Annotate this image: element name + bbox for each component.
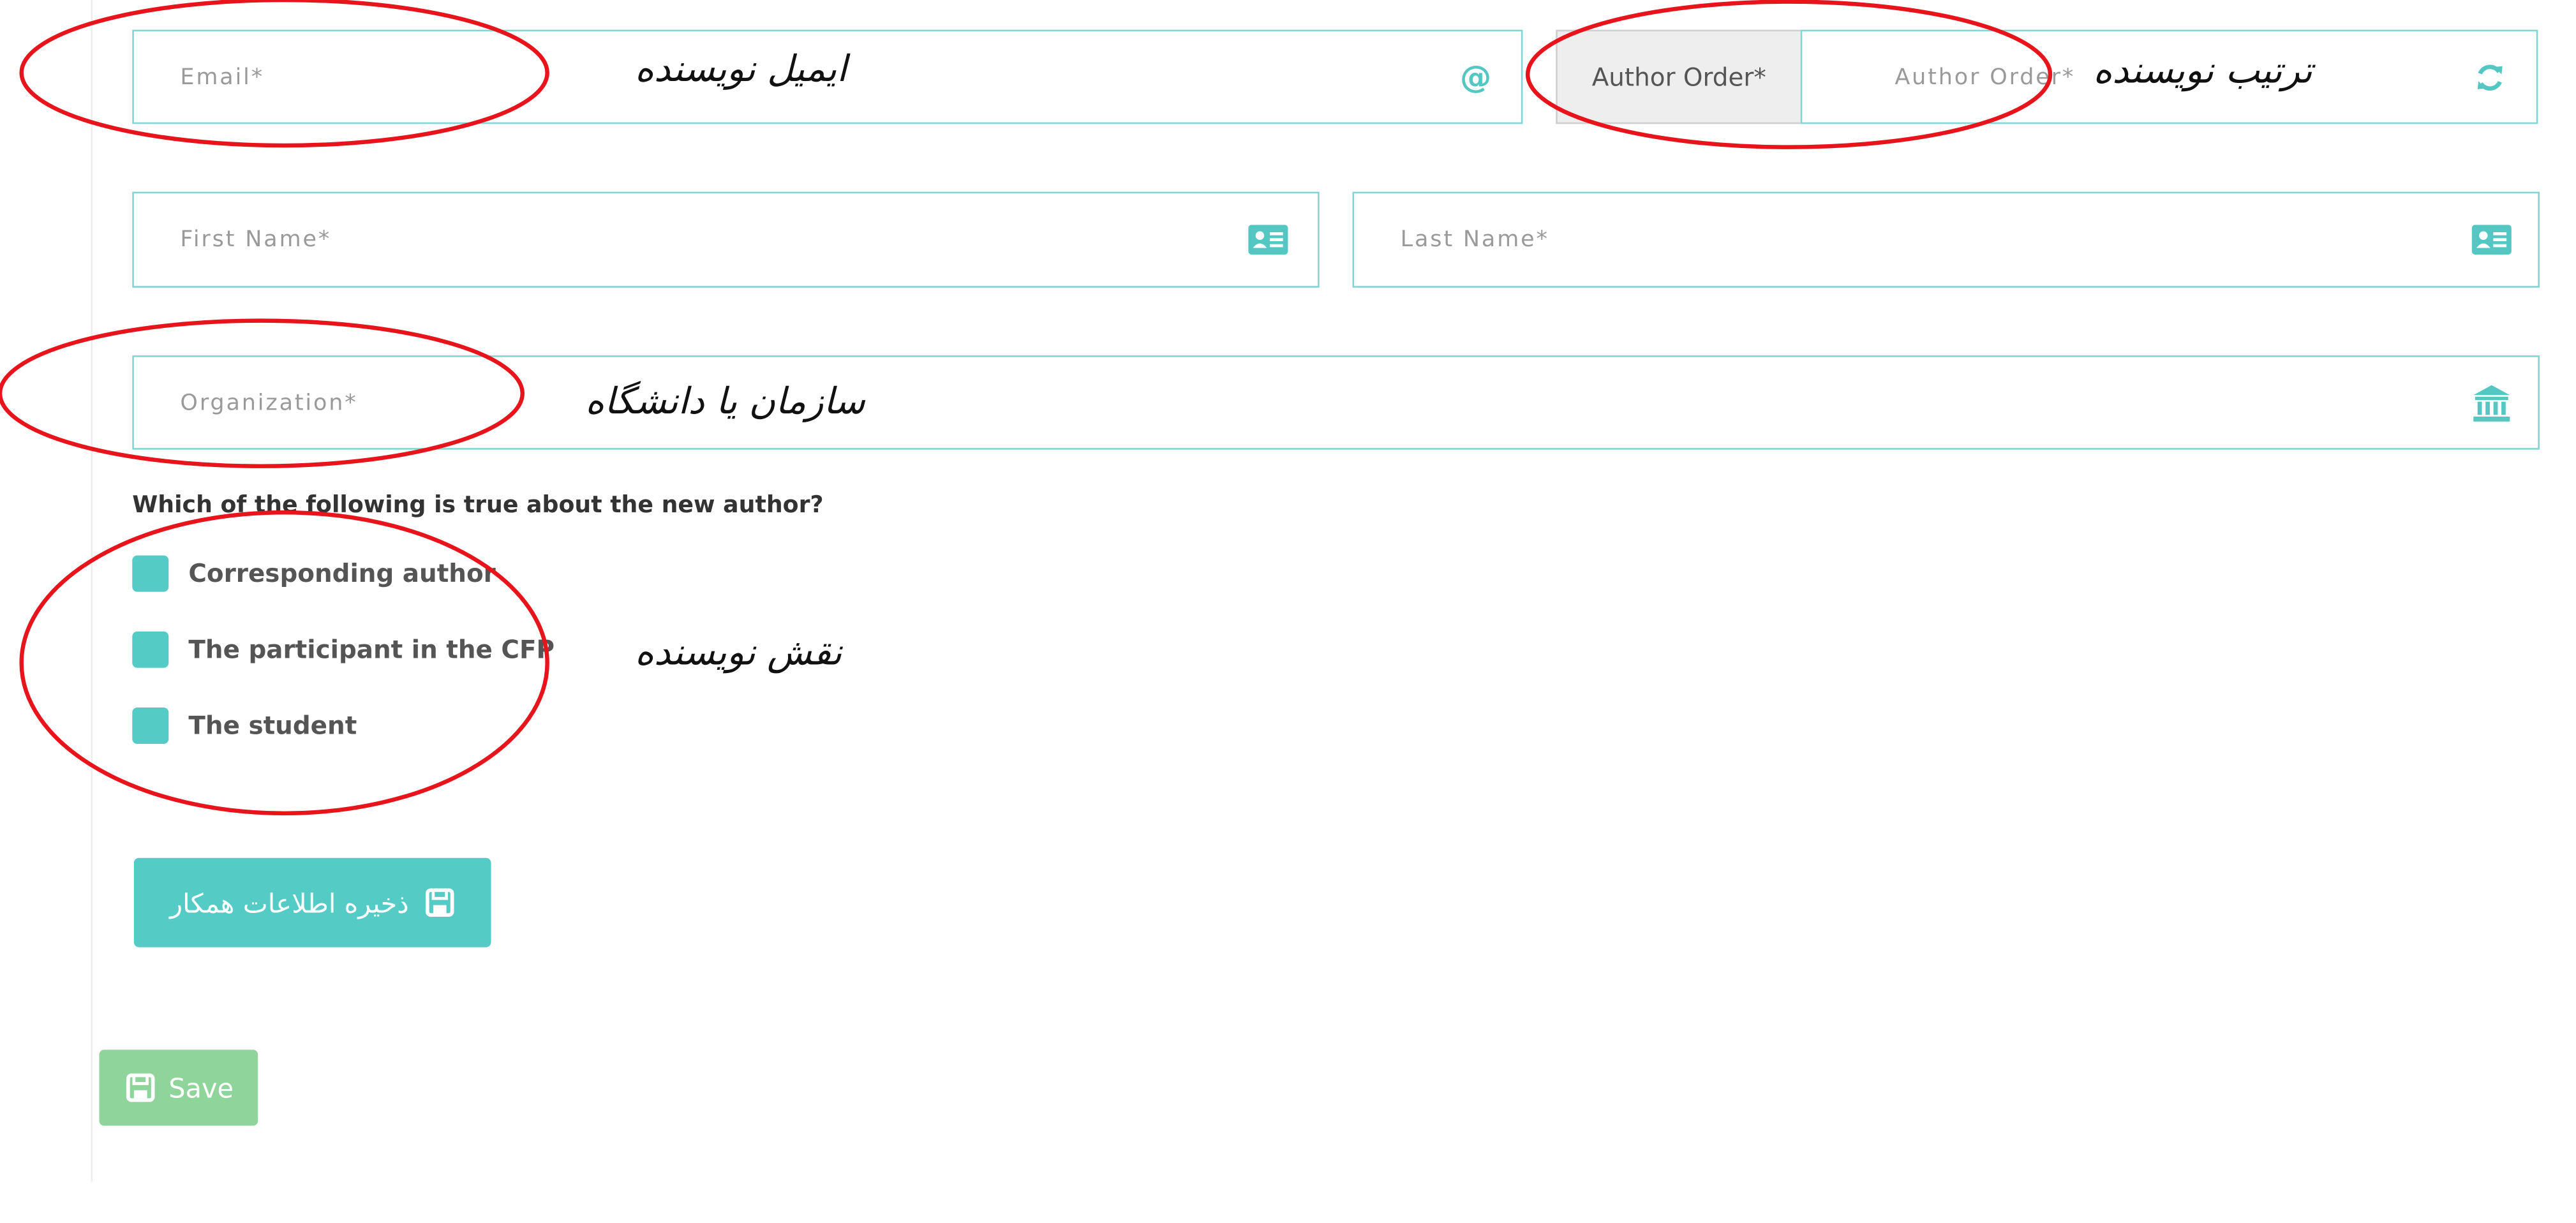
checkbox-label: The participant in the CFP bbox=[188, 634, 555, 665]
panel-divider bbox=[91, 0, 93, 1182]
checkbox-label: The student bbox=[188, 711, 357, 741]
annotation-organization: سازمان یا دانشگاه bbox=[585, 382, 865, 424]
cfp-participant-option[interactable]: The participant in the CFP bbox=[132, 630, 555, 669]
annotation-email: ایمیل نویسنده bbox=[634, 49, 847, 91]
annotation-overlay bbox=[0, 0, 2053, 816]
student-checkbox[interactable] bbox=[132, 707, 169, 744]
at-icon: @ bbox=[1459, 58, 1492, 95]
annotation-role: نقش نویسنده bbox=[634, 633, 842, 675]
institution-icon bbox=[2472, 383, 2512, 422]
organization-placeholder: Organization* bbox=[180, 389, 358, 416]
author-role-question: Which of the following is true about the… bbox=[132, 493, 824, 519]
floppy-disk-icon bbox=[126, 1073, 156, 1103]
annotation-author-order: ترتیب نویسنده bbox=[2093, 51, 2312, 93]
last-name-placeholder: Last Name* bbox=[1400, 226, 1549, 253]
floppy-disk-icon bbox=[426, 887, 456, 917]
first-name-placeholder: First Name* bbox=[180, 226, 332, 253]
refresh-icon[interactable] bbox=[2473, 61, 2506, 94]
last-name-field[interactable]: Last Name* bbox=[1352, 191, 2540, 288]
cfp-participant-checkbox[interactable] bbox=[132, 631, 169, 668]
author-order-placeholder: Author Order* bbox=[1895, 63, 2076, 91]
save-button[interactable]: Save bbox=[99, 1049, 258, 1126]
id-card-icon bbox=[1248, 225, 1288, 255]
id-card-icon bbox=[2471, 225, 2512, 255]
corresponding-author-option[interactable]: Corresponding author bbox=[132, 554, 496, 593]
organization-field[interactable]: Organization* bbox=[132, 355, 2540, 450]
corresponding-author-checkbox[interactable] bbox=[132, 555, 169, 592]
email-placeholder: Email* bbox=[180, 63, 265, 91]
first-name-field[interactable]: First Name* bbox=[132, 191, 1320, 288]
author-order-addon: Author Order* bbox=[1556, 29, 1803, 124]
checkbox-label: Corresponding author bbox=[188, 558, 496, 589]
save-label: Save bbox=[168, 1072, 234, 1104]
save-coauthor-label: ذخیره اطلاعات همکار bbox=[170, 887, 409, 919]
form-page: Email* @ Author Order* Author Order* Fir… bbox=[0, 0, 2576, 1223]
student-option[interactable]: The student bbox=[132, 706, 357, 745]
save-coauthor-button[interactable]: ذخیره اطلاعات همکار bbox=[133, 857, 491, 947]
